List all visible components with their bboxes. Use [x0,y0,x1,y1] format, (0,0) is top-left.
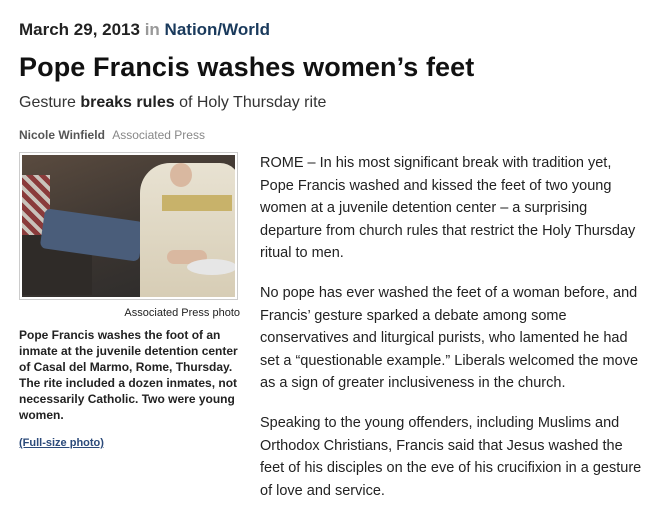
deck-prefix: Gesture [19,94,81,111]
photo-figure-stole [162,195,232,211]
byline-author: Nicole Winfield [19,128,105,142]
photo-credit: Associated Press photo [124,307,240,319]
dateline: March 29, 2013 in Nation/World [19,20,270,40]
article-paragraph: Speaking to the young offenders, includi… [260,414,642,499]
article-paragraph: No pope has ever washed the feet of a wo… [260,284,639,392]
photo-basin [187,259,235,275]
photo-caption: Pope Francis washes the foot of an inmat… [19,328,238,422]
photo-frame [19,152,238,300]
article-body: ROME – In his most significant break wit… [260,152,646,519]
deck-bold: breaks rules [80,94,175,111]
deck-suffix: of Holy Thursday rite [174,94,327,111]
article-photo[interactable] [22,155,235,297]
article-paragraph: ROME – In his most significant break wit… [260,155,636,262]
full-size-photo-link[interactable]: (Full-size photo) [19,437,104,449]
section-link[interactable]: Nation/World [165,20,270,39]
byline-agency: Associated Press [112,128,205,142]
byline: Nicole Winfield Associated Press [19,128,205,142]
photo-figure-head [170,163,192,187]
headline: Pope Francis washes women’s feet [19,52,475,82]
subheadline: Gesture breaks rules of Holy Thursday ri… [19,94,326,112]
article-date: March 29, 2013 [19,20,140,39]
dateline-in: in [144,20,160,39]
